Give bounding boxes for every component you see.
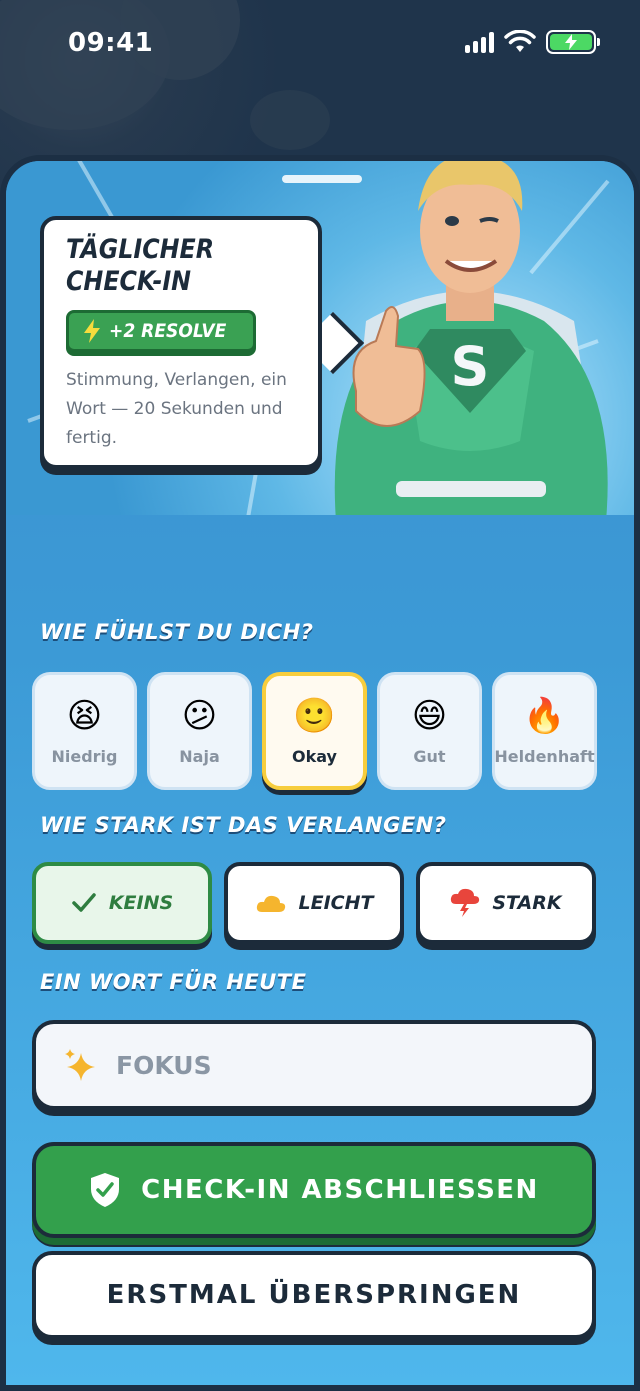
reward-label: +2 RESOLVE xyxy=(109,320,227,342)
intro-title: TÄGLICHER CHECK-IN xyxy=(66,234,215,297)
tired-face-icon: 😫 xyxy=(66,695,103,736)
check-icon xyxy=(72,893,96,912)
mood-heading: WIE FÜHLST DU DICH? xyxy=(40,620,314,644)
craving-option-stark[interactable]: STARK xyxy=(416,862,596,944)
skip-button[interactable]: ERSTMAL ÜBERSPRINGEN xyxy=(32,1251,596,1339)
fire-icon: 🔥 xyxy=(523,695,566,736)
cloud-icon xyxy=(256,895,285,912)
sheet-grabber[interactable] xyxy=(282,175,362,183)
skip-label: ERSTMAL ÜBERSPRINGEN xyxy=(106,1280,522,1310)
mood-option-naja[interactable]: 😕 Naja xyxy=(147,672,252,790)
craving-options: KEINS LEICHT STARK xyxy=(32,862,596,944)
word-input[interactable] xyxy=(116,1050,516,1080)
svg-text:S: S xyxy=(451,335,490,398)
intro-speech-bubble: TÄGLICHER CHECK-IN +2 RESOLVE Stimmung, … xyxy=(40,216,322,469)
wifi-icon xyxy=(504,30,536,52)
mood-label: Heldenhaft xyxy=(494,746,595,766)
sparkle-icon xyxy=(65,1049,95,1081)
slightly-smiling-face-icon: 🙂 xyxy=(293,695,336,736)
battery-icon xyxy=(546,30,600,54)
grinning-face-icon: 😄 xyxy=(411,695,448,736)
confused-face-icon: 😕 xyxy=(181,695,218,736)
mood-option-niedrig[interactable]: 😫 Niedrig xyxy=(32,672,137,790)
mood-option-heldenhaft[interactable]: 🔥 Heldenhaft xyxy=(492,672,597,790)
craving-label: KEINS xyxy=(108,892,174,914)
craving-label: STARK xyxy=(492,892,562,914)
hero-banner: S TÄGLICHER CHECK-IN +2 RESOLVE Stimmung… xyxy=(6,161,634,515)
complete-check-in-button[interactable]: CHECK-IN ABSCHLIESSEN xyxy=(32,1142,596,1238)
reward-badge: +2 RESOLVE xyxy=(66,310,257,352)
craving-option-leicht[interactable]: LEICHT xyxy=(224,862,404,944)
craving-label: LEICHT xyxy=(298,892,374,914)
intro-description: Stimmung, Verlangen, ein Wort — 20 Sekun… xyxy=(66,370,287,448)
craving-heading: WIE STARK IST DAS VERLANGEN? xyxy=(40,813,447,837)
shield-check-icon xyxy=(91,1173,120,1207)
storm-cloud-icon xyxy=(451,888,480,917)
mood-option-okay[interactable]: 🙂 Okay xyxy=(262,672,367,790)
status-icons xyxy=(465,30,600,54)
mood-options: 😫 Niedrig 😕 Naja 🙂 Okay 😄 Gut 🔥 Heldenha… xyxy=(32,672,597,790)
status-bar: 09:41 xyxy=(0,0,640,90)
word-of-the-day-field[interactable] xyxy=(32,1020,596,1110)
cellular-signal-icon xyxy=(465,31,494,53)
status-time: 09:41 xyxy=(68,28,154,58)
charging-bolt-icon xyxy=(565,34,577,50)
mood-label: Niedrig xyxy=(51,746,118,766)
mood-label: Gut xyxy=(413,746,446,766)
complete-check-in-label: CHECK-IN ABSCHLIESSEN xyxy=(141,1175,539,1205)
mood-label: Naja xyxy=(179,746,220,766)
craving-option-keins[interactable]: KEINS xyxy=(32,862,212,944)
word-heading: EIN WORT FÜR HEUTE xyxy=(40,970,307,994)
mood-option-gut[interactable]: 😄 Gut xyxy=(377,672,482,790)
mood-label: Okay xyxy=(292,746,337,766)
lightning-icon xyxy=(84,319,100,343)
